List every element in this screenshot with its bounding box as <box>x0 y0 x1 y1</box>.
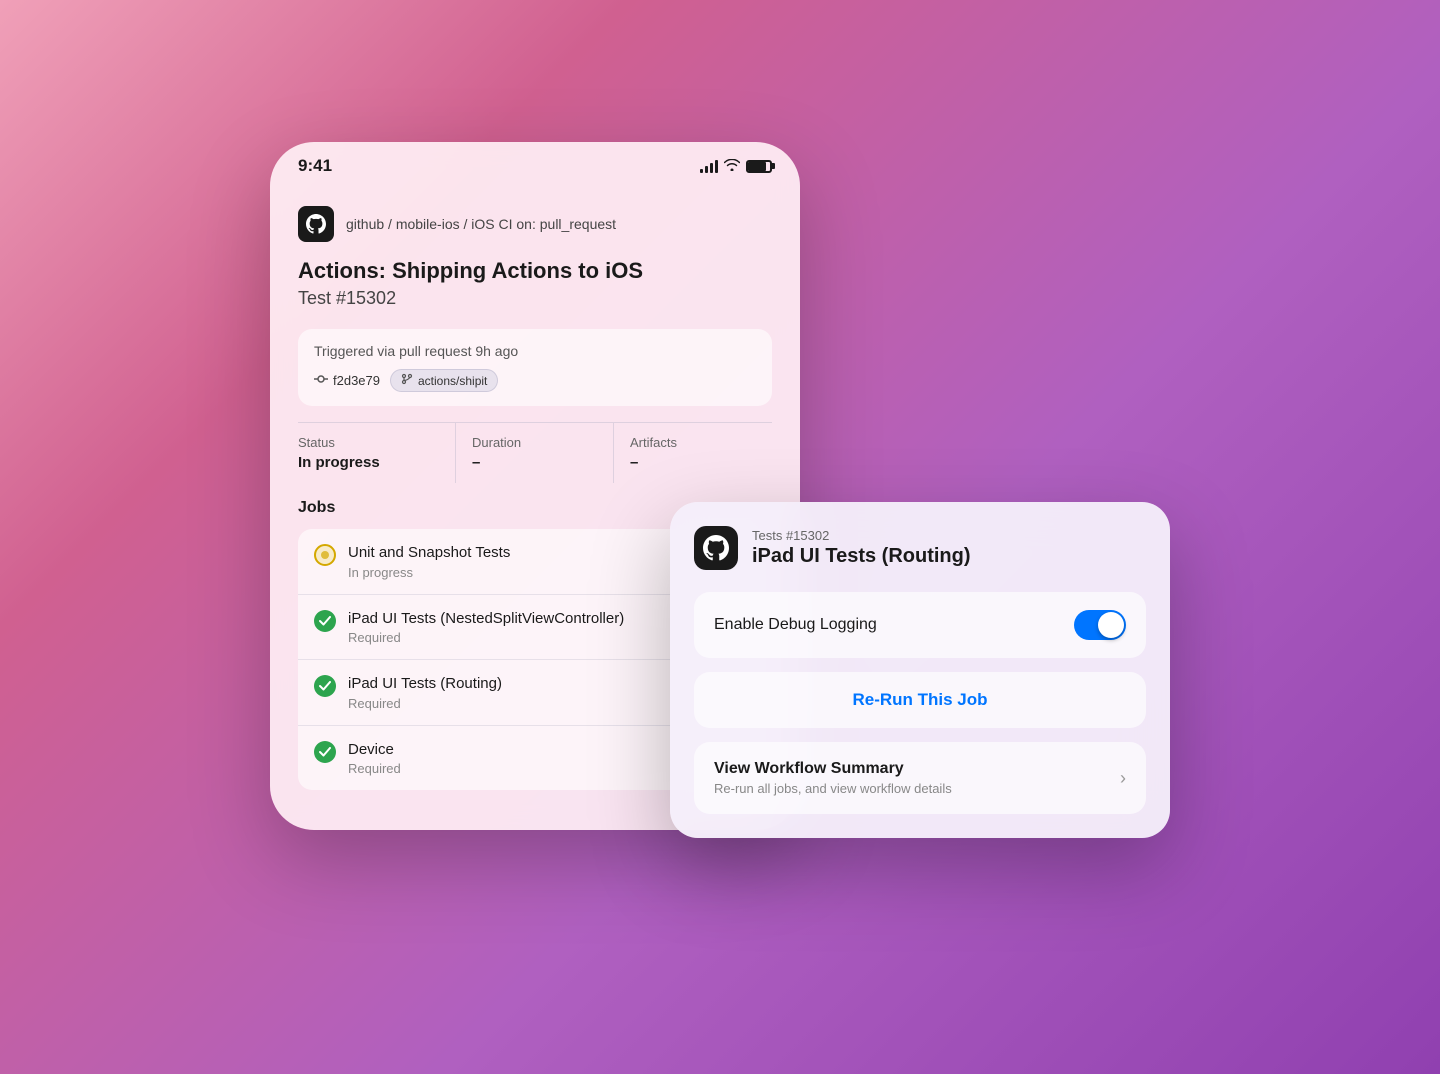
debug-logging-toggle[interactable] <box>1074 610 1126 640</box>
github-logo <box>298 206 334 242</box>
page-title: Actions: Shipping Actions to iOS <box>298 258 772 284</box>
scene: 9:41 <box>270 112 1170 962</box>
popup-header: Tests #15302 iPad UI Tests (Routing) <box>694 526 1146 570</box>
job-check-icon-3 <box>314 741 336 763</box>
job-progress-icon <box>314 544 336 566</box>
toggle-label: Enable Debug Logging <box>714 616 877 634</box>
status-cell-artifacts: Artifacts – <box>614 423 772 483</box>
commit-hash: f2d3e79 <box>333 373 380 388</box>
branch-name: actions/shipit <box>418 374 487 388</box>
branch-icon <box>401 373 413 388</box>
workflow-summary-button[interactable]: View Workflow Summary Re-run all jobs, a… <box>694 742 1146 814</box>
signal-icon <box>700 160 718 173</box>
status-bar: 9:41 <box>270 142 800 186</box>
branch-badge: actions/shipit <box>390 369 498 392</box>
app-header: github / mobile-ios / iOS CI on: pull_re… <box>298 206 772 242</box>
repo-path: github / mobile-ios / iOS CI on: pull_re… <box>346 216 616 232</box>
commit-icon <box>314 372 328 389</box>
workflow-info: View Workflow Summary Re-run all jobs, a… <box>714 760 952 796</box>
commit-badge: f2d3e79 <box>314 372 380 389</box>
popup-github-logo <box>694 526 738 570</box>
page-subtitle: Test #15302 <box>298 288 772 309</box>
popup-title: iPad UI Tests (Routing) <box>752 545 971 568</box>
popup-test-num: Tests #15302 <box>752 528 971 543</box>
chevron-right-icon: › <box>1120 768 1126 789</box>
battery-icon <box>746 160 772 173</box>
popup-card: Tests #15302 iPad UI Tests (Routing) Ena… <box>670 502 1170 838</box>
toggle-knob <box>1098 612 1124 638</box>
workflow-title: View Workflow Summary <box>714 760 952 778</box>
artifacts-value: – <box>630 454 772 471</box>
duration-label: Duration <box>472 435 613 450</box>
wifi-icon <box>724 159 740 174</box>
trigger-card: Triggered via pull request 9h ago f2d3e7… <box>298 329 772 406</box>
popup-title-area: Tests #15302 iPad UI Tests (Routing) <box>752 528 971 568</box>
status-label: Status <box>298 435 455 450</box>
trigger-badges: f2d3e79 actions/shipit <box>314 369 756 392</box>
status-cell-duration: Duration – <box>456 423 614 483</box>
status-icons <box>700 159 772 174</box>
duration-value: – <box>472 454 613 471</box>
status-cell-status: Status In progress <box>298 423 456 483</box>
rerun-button[interactable]: Re-Run This Job <box>694 672 1146 728</box>
status-value: In progress <box>298 454 455 471</box>
workflow-subtitle: Re-run all jobs, and view workflow detai… <box>714 781 952 796</box>
rerun-label: Re-Run This Job <box>852 690 987 709</box>
status-time: 9:41 <box>298 156 332 176</box>
status-table: Status In progress Duration – Artifacts … <box>298 422 772 483</box>
toggle-row: Enable Debug Logging <box>694 592 1146 658</box>
trigger-text: Triggered via pull request 9h ago <box>314 343 756 359</box>
job-check-icon-1 <box>314 610 336 632</box>
artifacts-label: Artifacts <box>630 435 772 450</box>
job-check-icon-2 <box>314 675 336 697</box>
